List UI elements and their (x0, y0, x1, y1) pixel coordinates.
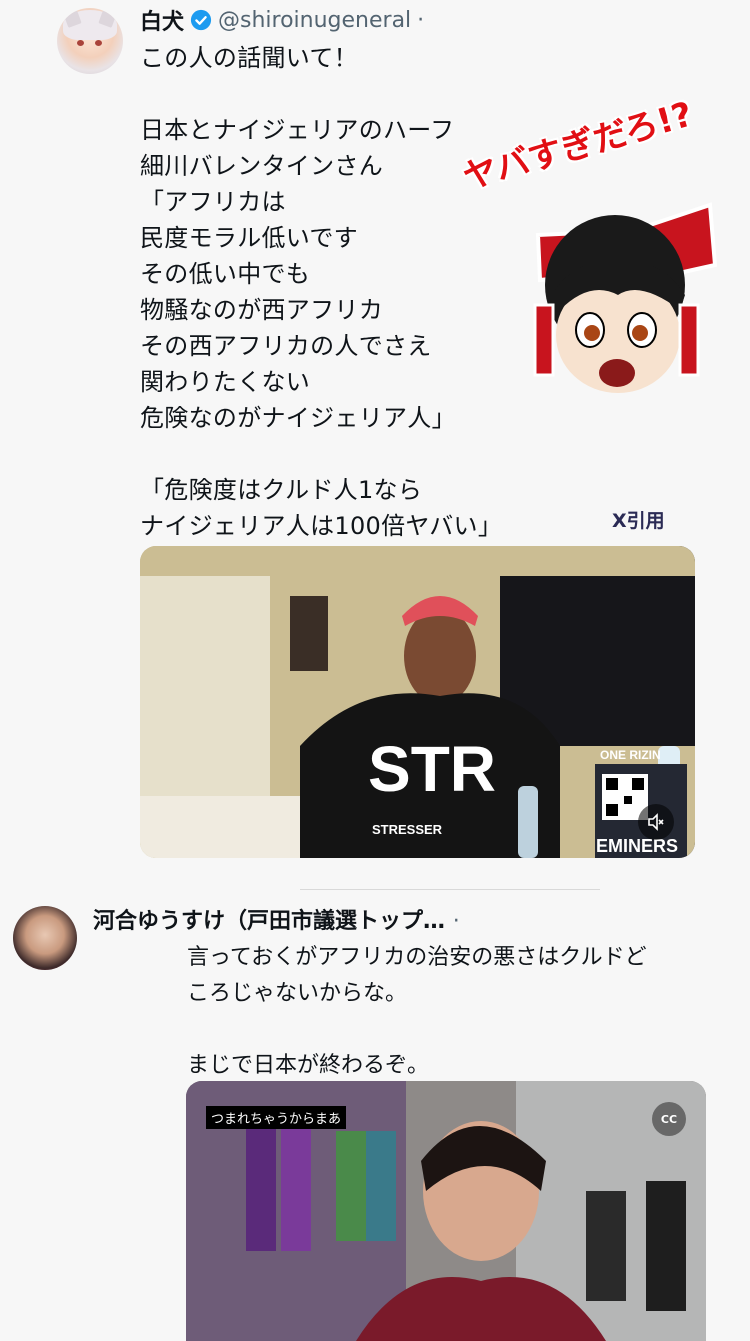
shirt-logo: STR (368, 733, 496, 805)
yukkuri-character-illustration (533, 202, 718, 393)
handle[interactable]: @shiroinugeneral (218, 8, 411, 33)
divider (300, 889, 600, 890)
tweet2-line: 言っておくがアフリカの治安の悪さはクルドど (187, 945, 647, 970)
display-name[interactable]: 白犬 (140, 4, 184, 36)
closed-captions-button[interactable]: CC (652, 1102, 686, 1136)
avatar-shiroinu[interactable] (57, 8, 123, 74)
separator-dot: · (417, 7, 425, 33)
sponsor-top: ONE RIZIN (600, 748, 661, 762)
mute-icon[interactable] (638, 804, 674, 840)
avatar-eye-right (95, 40, 102, 46)
tweet1-line (140, 76, 570, 112)
tweet2-line: まじで日本が終わるぞ。 (187, 1053, 430, 1078)
tweet1-line: この人の話聞いて！ (140, 44, 358, 72)
separator-dot-2: · (452, 909, 460, 934)
tweet1-line: 民度モラル低いです (140, 224, 358, 252)
avatar-kawai[interactable] (13, 906, 77, 970)
tweet1-line: その低い中でも (140, 260, 311, 288)
x-quote-label: X引用 (612, 510, 665, 532)
tweet2-line: ころじゃないからな。 (187, 981, 408, 1006)
tweet1-line: 関わりたくない (140, 368, 311, 396)
tweet2-body: 言っておくがアフリカの治安の悪さはクルドど ころじゃないからな。 まじで日本が終わる… (187, 940, 717, 1084)
avatar-eye-left (77, 40, 84, 46)
tweet1-line: 「アフリカは (140, 188, 286, 216)
sponsor-bottom: EMINERS (596, 836, 678, 856)
tweet1-line: 危険なのがナイジェリア人」 (140, 404, 456, 432)
tweet1-line: 物騒なのが西アフリカ (140, 296, 383, 324)
tweet1-body: この人の話聞いて！ 日本とナイジェリアのハーフ 細川バレンタインさん 「アフリカは 民度… (140, 40, 570, 544)
video-caption: つまれちゃうからまあ (206, 1106, 347, 1129)
tweet1-line: 「危険度はクルド人1なら (140, 476, 423, 504)
tweet1-header: 白犬 @shiroinugeneral · (140, 4, 425, 36)
verified-badge-icon (190, 9, 212, 31)
video-player-1[interactable]: STR STRESSER ONE RIZIN EMINERS (140, 546, 695, 858)
tweet2-line (187, 1012, 717, 1048)
display-name-2[interactable]: 河合ゆうすけ（戸田市議選トップ… (93, 909, 445, 934)
shirt-logo-sub: STRESSER (372, 822, 443, 837)
tweet1-line: その西アフリカの人でさえ (140, 332, 432, 360)
tweet2-header: 河合ゆうすけ（戸田市議選トップ… · (93, 903, 460, 935)
tweet1-line (140, 436, 570, 472)
video-frame-1: STR STRESSER ONE RIZIN EMINERS (140, 546, 695, 858)
tweet1-line: ナイジェリア人は100倍ヤバい」 (140, 512, 503, 540)
